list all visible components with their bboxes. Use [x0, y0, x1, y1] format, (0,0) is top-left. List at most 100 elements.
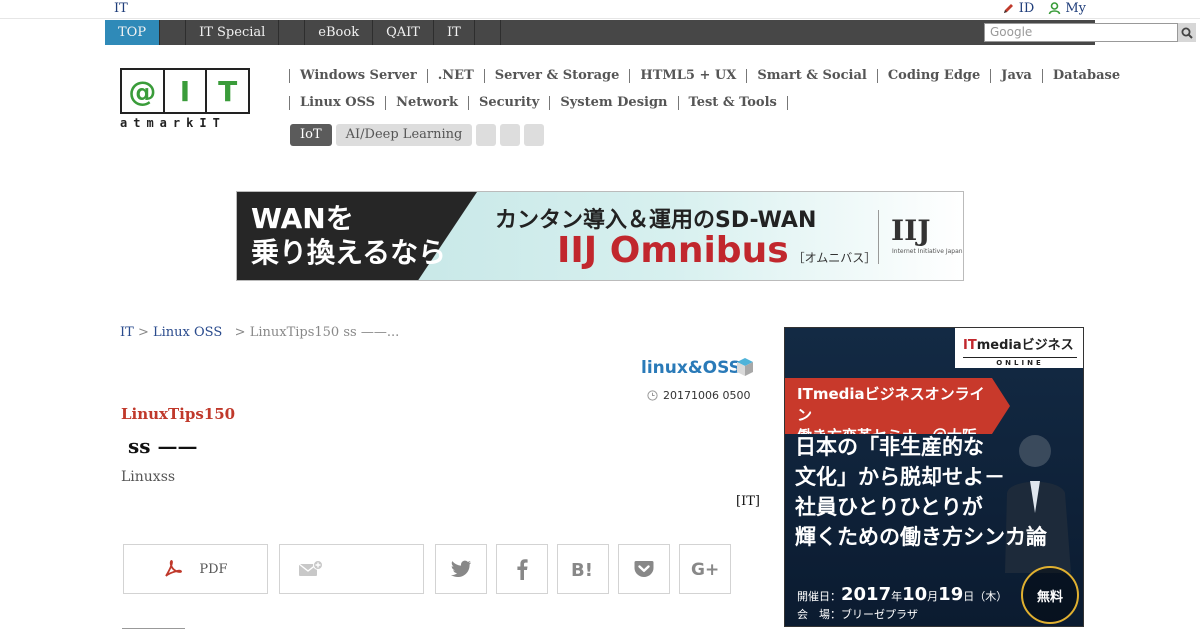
- breadcrumb-current: LinuxTips150 ss ——...: [249, 325, 400, 340]
- side-ad-date: 開催日：2017年10月19日（木）: [797, 584, 1007, 605]
- twitter-share-button[interactable]: [435, 544, 487, 594]
- series-label[interactable]: LinuxTips150: [121, 405, 235, 423]
- svg-text:G+: G+: [691, 560, 719, 578]
- category-html5-ux[interactable]: HTML5 + UX: [629, 69, 746, 83]
- tag-blank-1[interactable]: [476, 124, 497, 146]
- category-network[interactable]: Network: [385, 96, 468, 110]
- site-brand-link[interactable]: IT: [114, 1, 128, 16]
- site-logo[interactable]: @ I T atmarkIT: [120, 68, 250, 132]
- my-link[interactable]: My: [1048, 1, 1086, 16]
- breadcrumb-sep-1: >: [137, 325, 149, 340]
- search-button[interactable]: [1178, 23, 1196, 42]
- global-nav: TOP IT Special eBook QAIT IT Google: [105, 20, 1196, 45]
- nav-it[interactable]: IT: [434, 20, 475, 45]
- side-ad-free-badge: 無料: [1021, 566, 1079, 624]
- side-ad-date-month: 10: [902, 584, 928, 605]
- nav-blank-3[interactable]: [475, 20, 501, 45]
- side-ad-brand-it: IT: [963, 338, 977, 353]
- pocket-share-button[interactable]: [618, 544, 670, 594]
- pdf-icon: [165, 560, 183, 577]
- nav-blank-2[interactable]: [279, 20, 306, 45]
- side-ad-ribbon: ITmediaビジネスオンライン 働き方変革セミナー＠大阪: [785, 378, 1010, 434]
- side-ad-headline-3: 社員ひとりひとりが: [795, 494, 983, 519]
- category-coding-edge[interactable]: Coding Edge: [876, 69, 990, 83]
- side-ad-headline: 日本の「非生産的な 文化」から脱却せよ－ 社員ひとりひとりが 輝くための働き方シ…: [795, 432, 1047, 552]
- user-icon: [1049, 2, 1061, 15]
- twitter-icon: [450, 560, 471, 578]
- publish-date-text: 20171006 0500: [663, 389, 751, 402]
- side-ad-date-year-unit: 年: [891, 590, 903, 603]
- pocket-icon: [634, 561, 654, 577]
- banner-product-name: IIJ Omnibus: [557, 230, 789, 271]
- logo-letter-at: @: [122, 70, 165, 112]
- tag-blank-3[interactable]: [524, 124, 545, 146]
- banner-left-line-1: WANを: [251, 202, 354, 235]
- category-system-design[interactable]: System Design: [549, 96, 677, 110]
- logo-letter-t: T: [218, 74, 238, 108]
- search-icon: [1181, 27, 1193, 39]
- banner-iij-sub: Internet Initiative Japan: [892, 248, 963, 255]
- side-ad-date-year: 2017: [841, 584, 892, 605]
- category-test-tools[interactable]: Test & Tools: [677, 96, 788, 110]
- category-database[interactable]: Database: [1041, 69, 1130, 83]
- pdf-button-label: PDF: [199, 561, 228, 577]
- side-ad[interactable]: ITmediaビジネス ONLINE ITmediaビジネスオンライン 働き方変…: [784, 327, 1084, 627]
- category-linux-oss[interactable]: Linux OSS: [289, 96, 385, 110]
- category-java[interactable]: Java: [990, 69, 1042, 83]
- banner-ad[interactable]: WANを 乗り換えるなら カンタン導入＆運用のSD-WAN IIJ Omnibu…: [236, 191, 964, 281]
- facebook-icon: [517, 559, 528, 580]
- section-divider: [122, 628, 185, 629]
- article-title: ss ——: [128, 434, 198, 458]
- topic-tags: IoT AI/Deep Learning: [290, 124, 545, 146]
- logo-mark: @ I T: [120, 68, 250, 114]
- cube-icon: [737, 358, 753, 376]
- hatena-bookmark-icon: B!: [571, 560, 593, 579]
- googleplus-share-button[interactable]: G+: [679, 544, 731, 594]
- breadcrumb-sep-2: >: [234, 325, 246, 340]
- search-input[interactable]: Google: [984, 23, 1178, 42]
- category-smart-social[interactable]: Smart & Social: [746, 69, 876, 83]
- tag-blank-2[interactable]: [500, 124, 521, 146]
- my-link-label: My: [1065, 1, 1086, 16]
- breadcrumb-home[interactable]: IT: [120, 325, 134, 340]
- hatena-share-button[interactable]: B!: [557, 544, 609, 594]
- clock-icon: [647, 390, 658, 401]
- breadcrumb: IT > Linux OSS > LinuxTips150 ss ——...: [120, 325, 399, 340]
- side-ad-ribbon-line-1: ITmediaビジネスオンライン: [797, 385, 985, 424]
- section-logo[interactable]: linux&OSS: [641, 354, 759, 384]
- side-ad-venue: 会 場：ブリーゼプラザ: [797, 608, 918, 621]
- category-row-1: Windows Server .NET Server & Storage HTM…: [289, 69, 1130, 83]
- side-ad-brand-sub: ONLINE: [963, 357, 1077, 367]
- nav-top[interactable]: TOP: [105, 20, 161, 45]
- mail-button[interactable]: [279, 544, 424, 594]
- category-windows-server[interactable]: Windows Server: [289, 69, 427, 83]
- side-ad-headline-2: 文化」から脱却せよ－: [795, 464, 1005, 489]
- pdf-button[interactable]: PDF: [123, 544, 268, 594]
- category-security[interactable]: Security: [467, 96, 549, 110]
- category-server-storage[interactable]: Server & Storage: [483, 69, 630, 83]
- id-link[interactable]: ID: [1002, 1, 1034, 16]
- top-utility-bar: IT ID My: [0, 0, 1200, 19]
- nav-qait[interactable]: QAIT: [373, 20, 434, 45]
- category-dotnet[interactable]: .NET: [426, 69, 484, 83]
- category-row-2: Linux OSS Network Security System Design…: [289, 96, 788, 110]
- nav-blank-1[interactable]: [160, 20, 187, 45]
- side-ad-date-day: 19: [938, 584, 964, 605]
- tag-ai-deep-learning[interactable]: AI/Deep Learning: [335, 124, 473, 146]
- breadcrumb-section[interactable]: Linux OSS: [153, 325, 222, 340]
- banner-separator: [878, 210, 879, 264]
- account-links: ID My: [1002, 1, 1086, 16]
- article-subtitle: Linuxss: [121, 469, 176, 485]
- section-logo-text: linux&OSS: [641, 358, 741, 378]
- facebook-share-button[interactable]: [496, 544, 548, 594]
- tag-iot[interactable]: IoT: [290, 124, 332, 146]
- nav-it-special[interactable]: IT Special: [186, 20, 280, 45]
- side-ad-headline-4: 輝くための働き方シンカ論: [795, 524, 1047, 549]
- logo-tagline: atmarkIT: [120, 116, 226, 130]
- nav-ebook[interactable]: eBook: [305, 20, 374, 45]
- banner-product: IIJ Omnibus ［オムニバス］: [557, 230, 876, 271]
- side-ad-date-month-unit: 月: [927, 590, 939, 603]
- side-ad-brand-rest: mediaビジネス: [976, 338, 1074, 353]
- logo-letter-i: I: [165, 70, 208, 112]
- svg-text:B!: B!: [571, 560, 593, 579]
